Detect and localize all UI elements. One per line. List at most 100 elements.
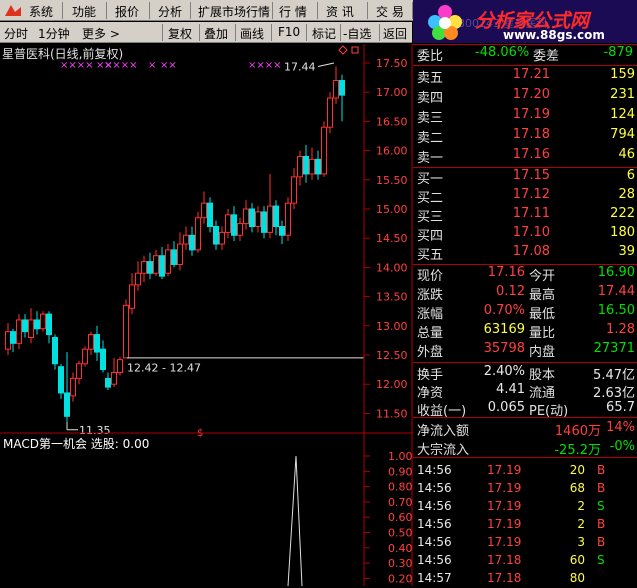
fund-value-2: 65.7	[606, 400, 635, 415]
tick-price: 17.19	[487, 463, 522, 477]
weibi-label: 委比	[417, 49, 444, 64]
bid-row: 买二 17.12 28	[413, 187, 637, 207]
quote-panel: 委比 -48.06% 委差 -879 卖五 17.21 159 卖四 17.20 231 卖…	[413, 44, 637, 586]
bid-label: 买五	[417, 248, 444, 263]
fund-value-2: 2.63亿	[593, 386, 635, 401]
tab-intraday[interactable]: 分时	[4, 25, 28, 42]
overlay-button[interactable]: 叠加	[204, 25, 228, 42]
tick-volume: 2	[577, 517, 585, 531]
tick-side: S	[597, 553, 605, 567]
draw-line-button[interactable]: 画线	[240, 25, 264, 42]
bid-label: 买二	[417, 191, 444, 206]
price-tick-label: 11.50	[376, 407, 408, 420]
candle-body	[123, 304, 129, 359]
menu-function[interactable]: 功能	[72, 3, 96, 20]
tick-side: B	[597, 463, 606, 477]
remove-watchlist-button[interactable]: -自选	[343, 25, 371, 42]
menu-trade[interactable]: 交 易	[376, 3, 404, 20]
stat-value: 0.12	[496, 284, 525, 299]
toolbar-divider	[199, 24, 200, 41]
menu-news[interactable]: 资 讯	[326, 3, 354, 20]
flow-label: 净流入额	[417, 424, 470, 439]
back-button[interactable]: 返回	[383, 25, 407, 42]
tab-1min[interactable]: 1分钟	[38, 25, 70, 42]
flow-value: 1460万	[554, 424, 601, 439]
tick-volume: 68	[569, 481, 585, 495]
candle-body	[58, 366, 64, 394]
toolbar-divider	[306, 24, 307, 41]
candle-body	[183, 234, 189, 245]
price-tick-label: 16.00	[376, 145, 408, 158]
bid-row: 买四 17.10 180	[413, 225, 637, 245]
stat-value: 17.16	[487, 265, 525, 280]
tick-volume: 80	[569, 571, 585, 585]
candle-body	[255, 211, 261, 228]
tick-volume: 3	[577, 535, 585, 549]
candle-body	[219, 231, 225, 245]
toolbar-divider	[162, 24, 163, 41]
candle-body	[46, 313, 52, 336]
stat-label: 总量	[417, 326, 444, 341]
bid-volume: 39	[618, 244, 635, 259]
ask-row: 卖四 17.20 231	[413, 87, 637, 107]
high-marker-line	[317, 62, 335, 67]
bid-label: 买一	[417, 172, 444, 187]
tick-time: 14:56	[417, 517, 452, 531]
tick-row: 14:56 17.19 3 B	[413, 534, 637, 552]
price-tick-label: 17.50	[376, 57, 408, 70]
stat-row: 涨幅 0.70% 最低 16.50	[413, 303, 637, 323]
menu-quote[interactable]: 报价	[115, 3, 139, 20]
macd-tick-label: 1.00	[388, 450, 413, 463]
candle-body	[213, 226, 219, 245]
high-annotation: 17.44	[284, 61, 316, 74]
candle-body	[52, 336, 58, 365]
stat-label-2: 最低	[529, 307, 556, 322]
flow-percent: 14%	[606, 420, 635, 435]
candle-body	[105, 377, 111, 388]
menu-system[interactable]: 系统	[29, 3, 53, 20]
kline-chart[interactable]: 12.42 - 12.4711.3517.44×××× ×××××× × ×× ××××…	[0, 44, 413, 586]
tick-time: 14:56	[417, 553, 452, 567]
candle-body	[285, 202, 291, 236]
candle-body	[70, 377, 76, 397]
menu-analysis[interactable]: 分析	[158, 3, 182, 20]
flower-logo-icon	[428, 5, 462, 40]
ask-row: 卖五 17.21 159	[413, 67, 637, 87]
tick-volume: 20	[569, 463, 585, 477]
square-icon	[351, 46, 359, 54]
ask-row: 卖三 17.19 124	[413, 107, 637, 127]
candle-body	[16, 319, 22, 344]
price-tick-label: 15.00	[376, 203, 408, 216]
stat-value: 63169	[483, 322, 525, 337]
stat-value-2: 16.90	[597, 265, 635, 280]
signal-marker: ××××	[60, 60, 94, 71]
macd-tick-label: 0.30	[388, 557, 413, 570]
bid-price: 17.08	[512, 244, 550, 259]
ask-price: 17.19	[512, 107, 550, 122]
fund-label: 净资	[417, 386, 444, 401]
stat-label-2: 量比	[529, 326, 556, 341]
tick-row: 14:57 17.18 80	[413, 570, 637, 588]
adjust-button[interactable]: 复权	[168, 25, 192, 42]
signal-marker: ×	[148, 60, 156, 71]
tab-more[interactable]: 更多 >	[82, 25, 120, 42]
menu-market[interactable]: 行 情	[279, 3, 307, 20]
fund-label-2: 股本	[529, 368, 556, 383]
candle-body	[249, 208, 255, 228]
f10-button[interactable]: F10	[278, 25, 300, 39]
logo-url: www.88gs.com	[503, 28, 605, 42]
candle-body	[34, 319, 40, 330]
candle-body	[117, 359, 123, 374]
fund-value: 0.065	[487, 400, 525, 415]
menu-extended-market[interactable]: 扩展市场行情	[198, 3, 270, 20]
ask-row: 卖一 17.16 46	[413, 147, 637, 167]
menu-divider	[149, 2, 150, 19]
price-tick-label: 17.00	[376, 86, 408, 99]
price-tick-label: 15.50	[376, 174, 408, 187]
mark-button[interactable]: 标记	[312, 25, 336, 42]
bid-volume: 6	[626, 168, 635, 183]
price-tick-label: 13.00	[376, 320, 408, 333]
candle-body	[159, 255, 165, 277]
tick-volume: 60	[569, 553, 585, 567]
candle-body	[195, 217, 201, 251]
